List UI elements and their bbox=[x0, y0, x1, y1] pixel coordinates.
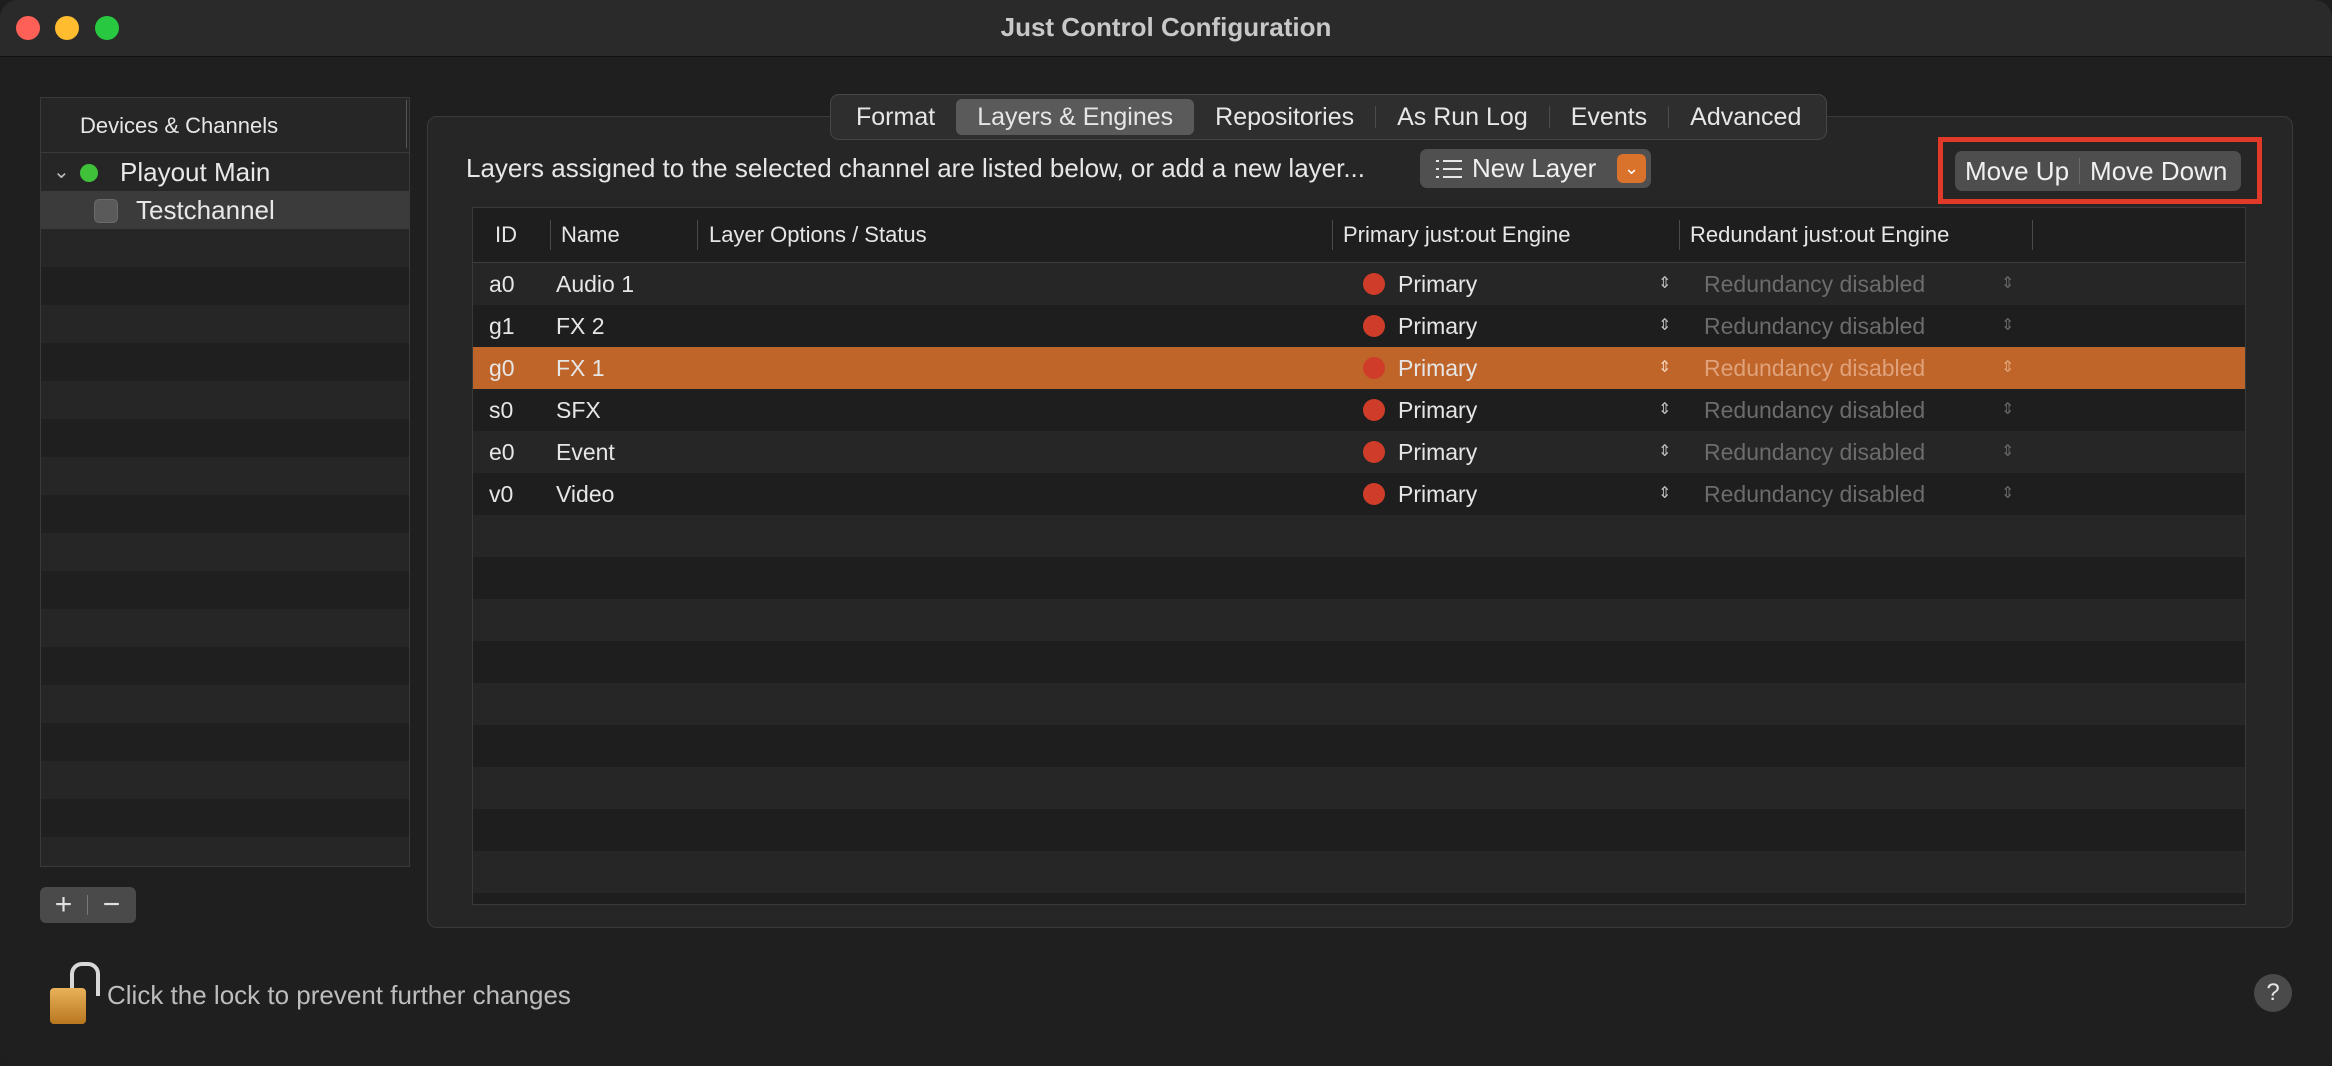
move-down-button[interactable]: Move Down bbox=[2080, 156, 2237, 187]
engine-status-icon bbox=[1363, 483, 1385, 505]
stepper-icon[interactable]: ⇕ bbox=[2001, 389, 2014, 431]
sidebar-item-label: Testchannel bbox=[136, 195, 275, 225]
table-body: a0 Audio 1 Primary ⇕ Redundancy disabled… bbox=[473, 263, 2245, 904]
table-row[interactable]: v0 Video Primary ⇕ Redundancy disabled ⇕ bbox=[473, 473, 2245, 515]
tab-advanced[interactable]: Advanced bbox=[1669, 99, 1822, 135]
chevron-down-icon[interactable]: ⌄ bbox=[1617, 154, 1646, 183]
lock-status-text: Click the lock to prevent further change… bbox=[107, 980, 571, 1010]
sidebar-item-playout-main[interactable]: ⌄ Playout Main bbox=[41, 153, 409, 191]
config-window: Just Control Configuration Devices & Cha… bbox=[0, 0, 2332, 1066]
window-title: Just Control Configuration bbox=[1000, 12, 1332, 42]
tab-bar: Format Layers & Engines Repositories As … bbox=[830, 94, 1828, 140]
sidebar-header: Devices & Channels bbox=[41, 98, 409, 153]
layer-id: s0 bbox=[489, 397, 514, 423]
stepper-icon[interactable]: ⇕ bbox=[1658, 263, 1671, 305]
engine-status-icon bbox=[1363, 315, 1385, 337]
layer-name: SFX bbox=[556, 397, 601, 423]
stepper-icon[interactable]: ⇕ bbox=[2001, 263, 2014, 305]
sidebar-item-testchannel[interactable]: Testchannel bbox=[41, 191, 409, 229]
table-row[interactable]: g1 FX 2 Primary ⇕ Redundancy disabled ⇕ bbox=[473, 305, 2245, 347]
layer-id: g1 bbox=[489, 313, 515, 339]
table-header: ID Name Layer Options / Status Primary j… bbox=[473, 208, 2245, 263]
tab-events[interactable]: Events bbox=[1550, 99, 1668, 135]
engine-status-icon bbox=[1363, 357, 1385, 379]
primary-engine-select[interactable]: Primary bbox=[1398, 389, 1477, 431]
table-row[interactable]: e0 Event Primary ⇕ Redundancy disabled ⇕ bbox=[473, 431, 2245, 473]
new-layer-button[interactable]: New Layer ⌄ bbox=[1420, 149, 1651, 188]
engine-status-icon bbox=[1363, 441, 1385, 463]
column-header-primary-engine[interactable]: Primary just:out Engine bbox=[1343, 208, 1570, 262]
stepper-icon[interactable]: ⇕ bbox=[2001, 347, 2014, 389]
layer-name: Event bbox=[556, 439, 615, 465]
status-online-icon bbox=[80, 164, 98, 182]
new-layer-label: New Layer bbox=[1472, 153, 1597, 183]
table-row[interactable]: s0 SFX Primary ⇕ Redundancy disabled ⇕ bbox=[473, 389, 2245, 431]
column-header-name[interactable]: Name bbox=[561, 208, 620, 262]
lock-icon[interactable] bbox=[50, 962, 100, 1026]
move-buttons-group: Move Up Move Down bbox=[1955, 151, 2241, 191]
engine-status-icon bbox=[1363, 399, 1385, 421]
tab-layers-engines[interactable]: Layers & Engines bbox=[956, 99, 1195, 135]
redundant-engine-select[interactable]: Redundancy disabled bbox=[1704, 305, 1925, 347]
sidebar-stripes bbox=[41, 153, 409, 866]
primary-engine-select[interactable]: Primary bbox=[1398, 347, 1477, 389]
stepper-icon[interactable]: ⇕ bbox=[1658, 389, 1671, 431]
primary-engine-select[interactable]: Primary bbox=[1398, 305, 1477, 347]
table-row[interactable]: a0 Audio 1 Primary ⇕ Redundancy disabled… bbox=[473, 263, 2245, 305]
column-header-id[interactable]: ID bbox=[495, 208, 517, 262]
remove-channel-button[interactable]: − bbox=[88, 887, 135, 923]
move-up-button[interactable]: Move Up bbox=[1955, 156, 2079, 187]
stepper-icon[interactable]: ⇕ bbox=[1658, 347, 1671, 389]
stepper-icon[interactable]: ⇕ bbox=[1658, 305, 1671, 347]
stepper-icon[interactable]: ⇕ bbox=[2001, 473, 2014, 515]
column-header-layer-options[interactable]: Layer Options / Status bbox=[709, 208, 927, 262]
stepper-icon[interactable]: ⇕ bbox=[2001, 305, 2014, 347]
channel-checkbox[interactable] bbox=[94, 199, 118, 223]
tab-as-run-log[interactable]: As Run Log bbox=[1376, 99, 1549, 135]
layer-id: a0 bbox=[489, 271, 515, 297]
layer-id: v0 bbox=[489, 481, 514, 507]
tab-repositories[interactable]: Repositories bbox=[1194, 99, 1375, 135]
primary-engine-select[interactable]: Primary bbox=[1398, 263, 1477, 305]
add-remove-control: + − bbox=[40, 887, 136, 923]
list-icon bbox=[1436, 159, 1462, 179]
redundant-engine-select[interactable]: Redundancy disabled bbox=[1704, 347, 1925, 389]
layer-id: g0 bbox=[489, 355, 515, 381]
redundant-engine-select[interactable]: Redundancy disabled bbox=[1704, 389, 1925, 431]
layer-name: FX 2 bbox=[556, 313, 605, 339]
primary-engine-select[interactable]: Primary bbox=[1398, 431, 1477, 473]
table-row-selected[interactable]: g0 FX 1 Primary ⇕ Redundancy disabled ⇕ bbox=[473, 347, 2245, 389]
stepper-icon[interactable]: ⇕ bbox=[1658, 473, 1671, 515]
layer-name: Video bbox=[556, 481, 615, 507]
title-bar: Just Control Configuration bbox=[0, 0, 2332, 57]
layer-id: e0 bbox=[489, 439, 515, 465]
redundant-engine-select[interactable]: Redundancy disabled bbox=[1704, 431, 1925, 473]
add-channel-button[interactable]: + bbox=[40, 887, 87, 923]
layer-name: FX 1 bbox=[556, 355, 605, 381]
help-button[interactable]: ? bbox=[2254, 974, 2292, 1012]
layers-info-text: Layers assigned to the selected channel … bbox=[466, 153, 1366, 183]
devices-channels-list: Devices & Channels ⌄ Playout Main Testch… bbox=[40, 97, 410, 867]
tab-format[interactable]: Format bbox=[835, 99, 956, 135]
sidebar-item-label: Playout Main bbox=[120, 157, 271, 187]
chevron-down-icon[interactable]: ⌄ bbox=[53, 153, 70, 191]
primary-engine-select[interactable]: Primary bbox=[1398, 473, 1477, 515]
redundant-engine-select[interactable]: Redundancy disabled bbox=[1704, 473, 1925, 515]
stepper-icon[interactable]: ⇕ bbox=[1658, 431, 1671, 473]
redundant-engine-select[interactable]: Redundancy disabled bbox=[1704, 263, 1925, 305]
engine-status-icon bbox=[1363, 273, 1385, 295]
column-header-redundant-engine[interactable]: Redundant just:out Engine bbox=[1690, 208, 1949, 262]
layers-table: ID Name Layer Options / Status Primary j… bbox=[472, 207, 2246, 905]
stepper-icon[interactable]: ⇕ bbox=[2001, 431, 2014, 473]
layer-name: Audio 1 bbox=[556, 271, 635, 297]
